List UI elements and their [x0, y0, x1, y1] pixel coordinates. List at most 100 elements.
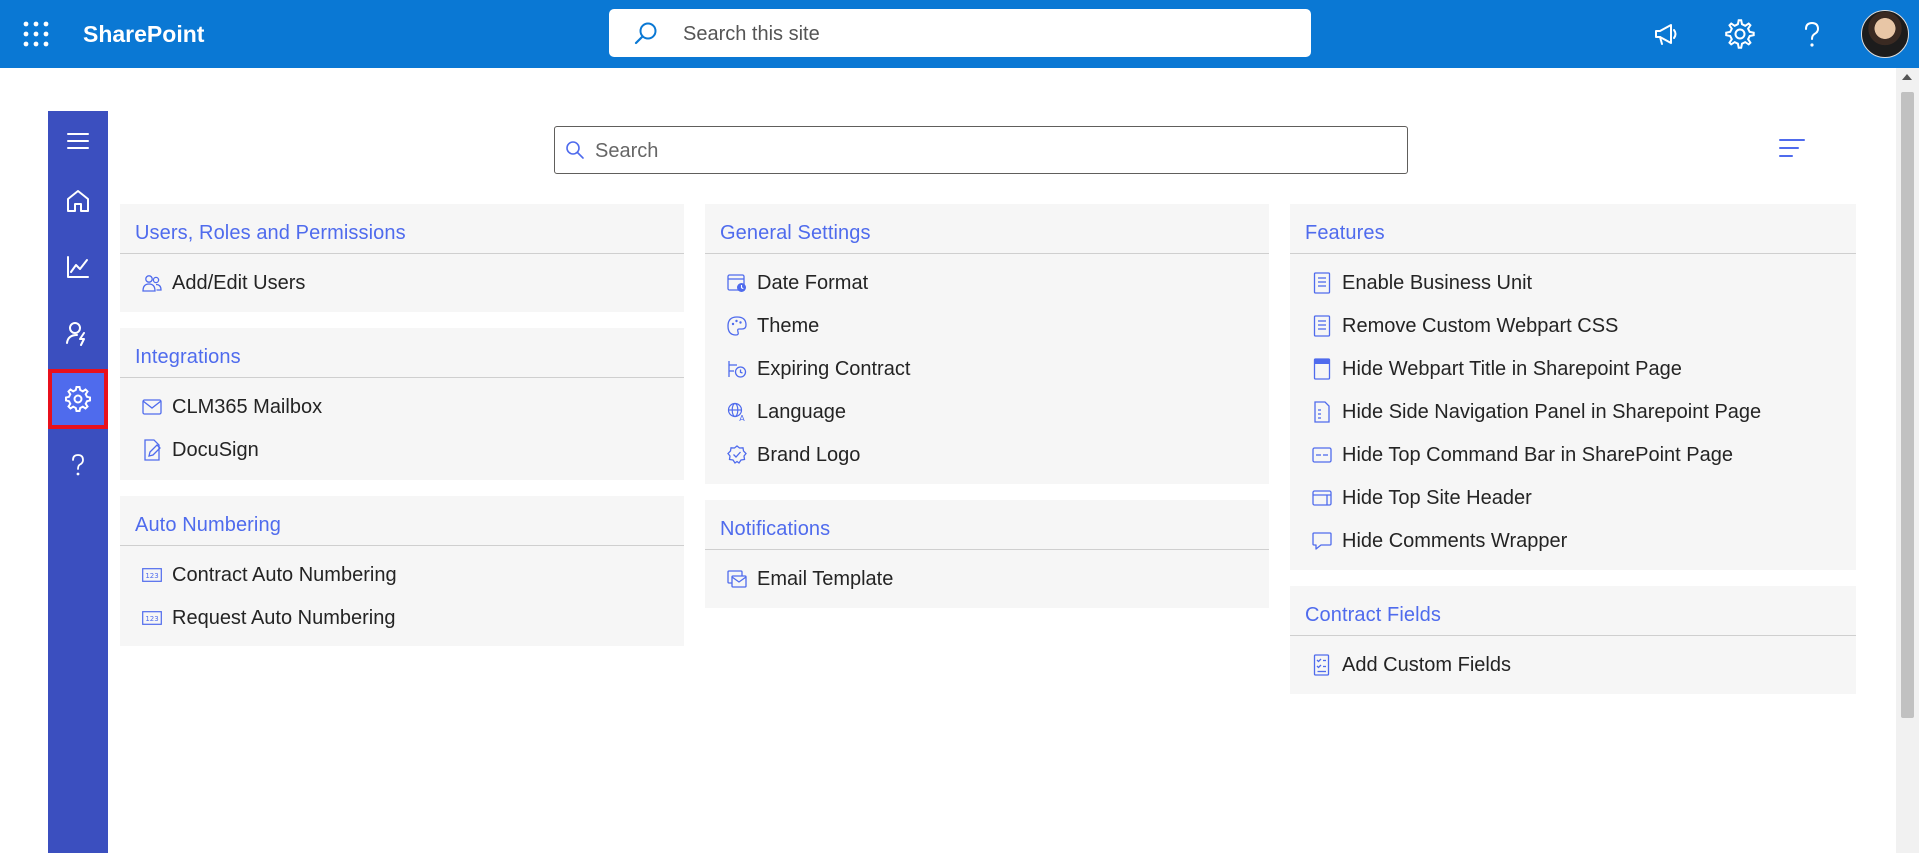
calendar-clock-icon [727, 272, 747, 294]
setting-link-enable-business-unit[interactable]: Enable Business Unit [1312, 268, 1532, 298]
page-icon [1312, 315, 1332, 337]
card-title: General Settings [720, 222, 871, 244]
setting-link-hide-comments-wrapper[interactable]: Hide Comments Wrapper [1312, 526, 1567, 556]
left-nav-rail [48, 111, 108, 853]
scroll-up-arrow-icon[interactable] [1902, 74, 1912, 80]
person-bolt-icon[interactable] [48, 303, 108, 363]
settings-search-box[interactable] [554, 126, 1408, 174]
setting-link-label: CLM365 Mailbox [172, 395, 323, 418]
setting-link-clm365-mailbox[interactable]: CLM365 Mailbox [142, 392, 322, 422]
site-search-input[interactable] [681, 17, 1285, 51]
setting-link-docusign[interactable]: DocuSign [142, 435, 259, 465]
svg-text:A: A [739, 414, 745, 422]
setting-link-theme[interactable]: Theme [727, 311, 819, 341]
number-symbol-icon: 123 [142, 607, 162, 629]
svg-text:123: 123 [145, 615, 158, 623]
page-icon [1312, 272, 1332, 294]
view-menu-icon[interactable] [1778, 137, 1806, 164]
site-search-box[interactable] [609, 9, 1311, 57]
hamburger-menu-icon[interactable] [48, 111, 108, 171]
comment-icon [1312, 530, 1332, 552]
setting-link-hide-webpart-title[interactable]: Hide Webpart Title in Sharepoint Page [1312, 354, 1682, 384]
timeline-clock-icon [727, 358, 747, 380]
page-header-icon [1312, 358, 1332, 380]
app-launcher-icon[interactable] [22, 20, 50, 48]
settings-search-input[interactable] [593, 135, 1397, 167]
divider [1290, 253, 1856, 254]
setting-link-hide-top-site-header[interactable]: Hide Top Site Header [1312, 483, 1532, 513]
setting-link-label: Request Auto Numbering [172, 606, 396, 629]
scrollbar-thumb[interactable] [1901, 92, 1914, 718]
divider [120, 377, 684, 378]
setting-link-label: Language [757, 400, 846, 423]
setting-link-language[interactable]: A Language [727, 397, 846, 427]
setting-link-label: Email Template [757, 567, 894, 590]
gear-icon[interactable] [1724, 18, 1756, 50]
users-icon [142, 272, 162, 294]
setting-link-date-format[interactable]: Date Format [727, 268, 868, 298]
setting-link-label: Enable Business Unit [1342, 271, 1533, 294]
setting-link-brand-logo[interactable]: Brand Logo [727, 440, 860, 470]
search-icon [565, 140, 585, 165]
palette-icon [727, 315, 747, 337]
form-checklist-icon [1312, 654, 1332, 676]
setting-link-label: Add/Edit Users [172, 271, 306, 294]
card-title: Features [1305, 222, 1385, 244]
setting-link-label: Expiring Contract [757, 357, 911, 380]
setting-link-request-auto-numbering[interactable]: 123 Request Auto Numbering [142, 603, 395, 633]
setting-link-hide-side-navigation[interactable]: Hide Side Navigation Panel in Sharepoint… [1312, 397, 1761, 427]
setting-link-label: Remove Custom Webpart CSS [1342, 314, 1619, 337]
suite-bar: SharePoint [0, 0, 1919, 68]
setting-link-expiring-contract[interactable]: Expiring Contract [727, 354, 910, 384]
setting-link-add-custom-fields[interactable]: Add Custom Fields [1312, 650, 1511, 680]
setting-link-label: Hide Top Command Bar in SharePoint Page [1342, 443, 1733, 466]
divider [705, 549, 1269, 550]
page-nav-icon [1312, 401, 1332, 423]
number-symbol-icon: 123 [142, 564, 162, 586]
search-icon [633, 21, 659, 52]
setting-link-label: Theme [757, 314, 820, 337]
setting-link-remove-custom-webpart-css[interactable]: Remove Custom Webpart CSS [1312, 311, 1618, 341]
card-title: Contract Fields [1305, 604, 1441, 626]
card-general-settings: General Settings Date Format Theme Expir… [705, 204, 1269, 484]
divider [120, 253, 684, 254]
divider [705, 253, 1269, 254]
analytics-chart-icon[interactable] [48, 237, 108, 297]
setting-link-label: DocuSign [172, 438, 259, 461]
setting-link-contract-auto-numbering[interactable]: 123 Contract Auto Numbering [142, 560, 397, 590]
globe-language-icon: A [727, 401, 747, 423]
setting-link-add-edit-users[interactable]: Add/Edit Users [142, 268, 305, 298]
divider [120, 545, 684, 546]
setting-link-label: Brand Logo [757, 443, 861, 466]
card-title: Users, Roles and Permissions [135, 222, 406, 244]
card-auto-numbering: Auto Numbering 123 Contract Auto Numberi… [120, 496, 684, 646]
avatar[interactable] [1861, 10, 1909, 58]
card-notifications: Notifications Email Template [705, 500, 1269, 608]
svg-text:123: 123 [145, 572, 158, 580]
home-icon[interactable] [48, 171, 108, 231]
document-edit-icon [142, 439, 162, 461]
card-users-roles-permissions: Users, Roles and Permissions Add/Edit Us… [120, 204, 684, 312]
help-icon[interactable] [1796, 18, 1828, 50]
mail-template-icon [727, 568, 747, 590]
window-header-icon [1312, 487, 1332, 509]
card-integrations: Integrations CLM365 Mailbox DocuSign [120, 328, 684, 480]
setting-link-label: Hide Top Site Header [1342, 486, 1532, 509]
card-contract-fields: Contract Fields Add Custom Fields [1290, 586, 1856, 694]
setting-link-hide-top-command-bar[interactable]: Hide Top Command Bar in SharePoint Page [1312, 440, 1733, 470]
page-scrollbar[interactable] [1896, 68, 1919, 853]
settings-icon[interactable] [48, 369, 108, 429]
card-title: Auto Numbering [135, 514, 281, 536]
divider [1290, 635, 1856, 636]
card-title: Notifications [720, 518, 831, 540]
card-title: Integrations [135, 346, 241, 368]
badge-check-icon [727, 444, 747, 466]
setting-link-label: Date Format [757, 271, 869, 294]
setting-link-email-template[interactable]: Email Template [727, 564, 893, 594]
megaphone-icon[interactable] [1651, 18, 1683, 50]
mail-icon [142, 396, 162, 418]
card-features: Features Enable Business Unit Remove Cus… [1290, 204, 1856, 570]
setting-link-label: Hide Side Navigation Panel in Sharepoint… [1342, 400, 1762, 423]
brand-name[interactable]: SharePoint [83, 20, 204, 48]
help-question-icon[interactable] [48, 435, 108, 495]
